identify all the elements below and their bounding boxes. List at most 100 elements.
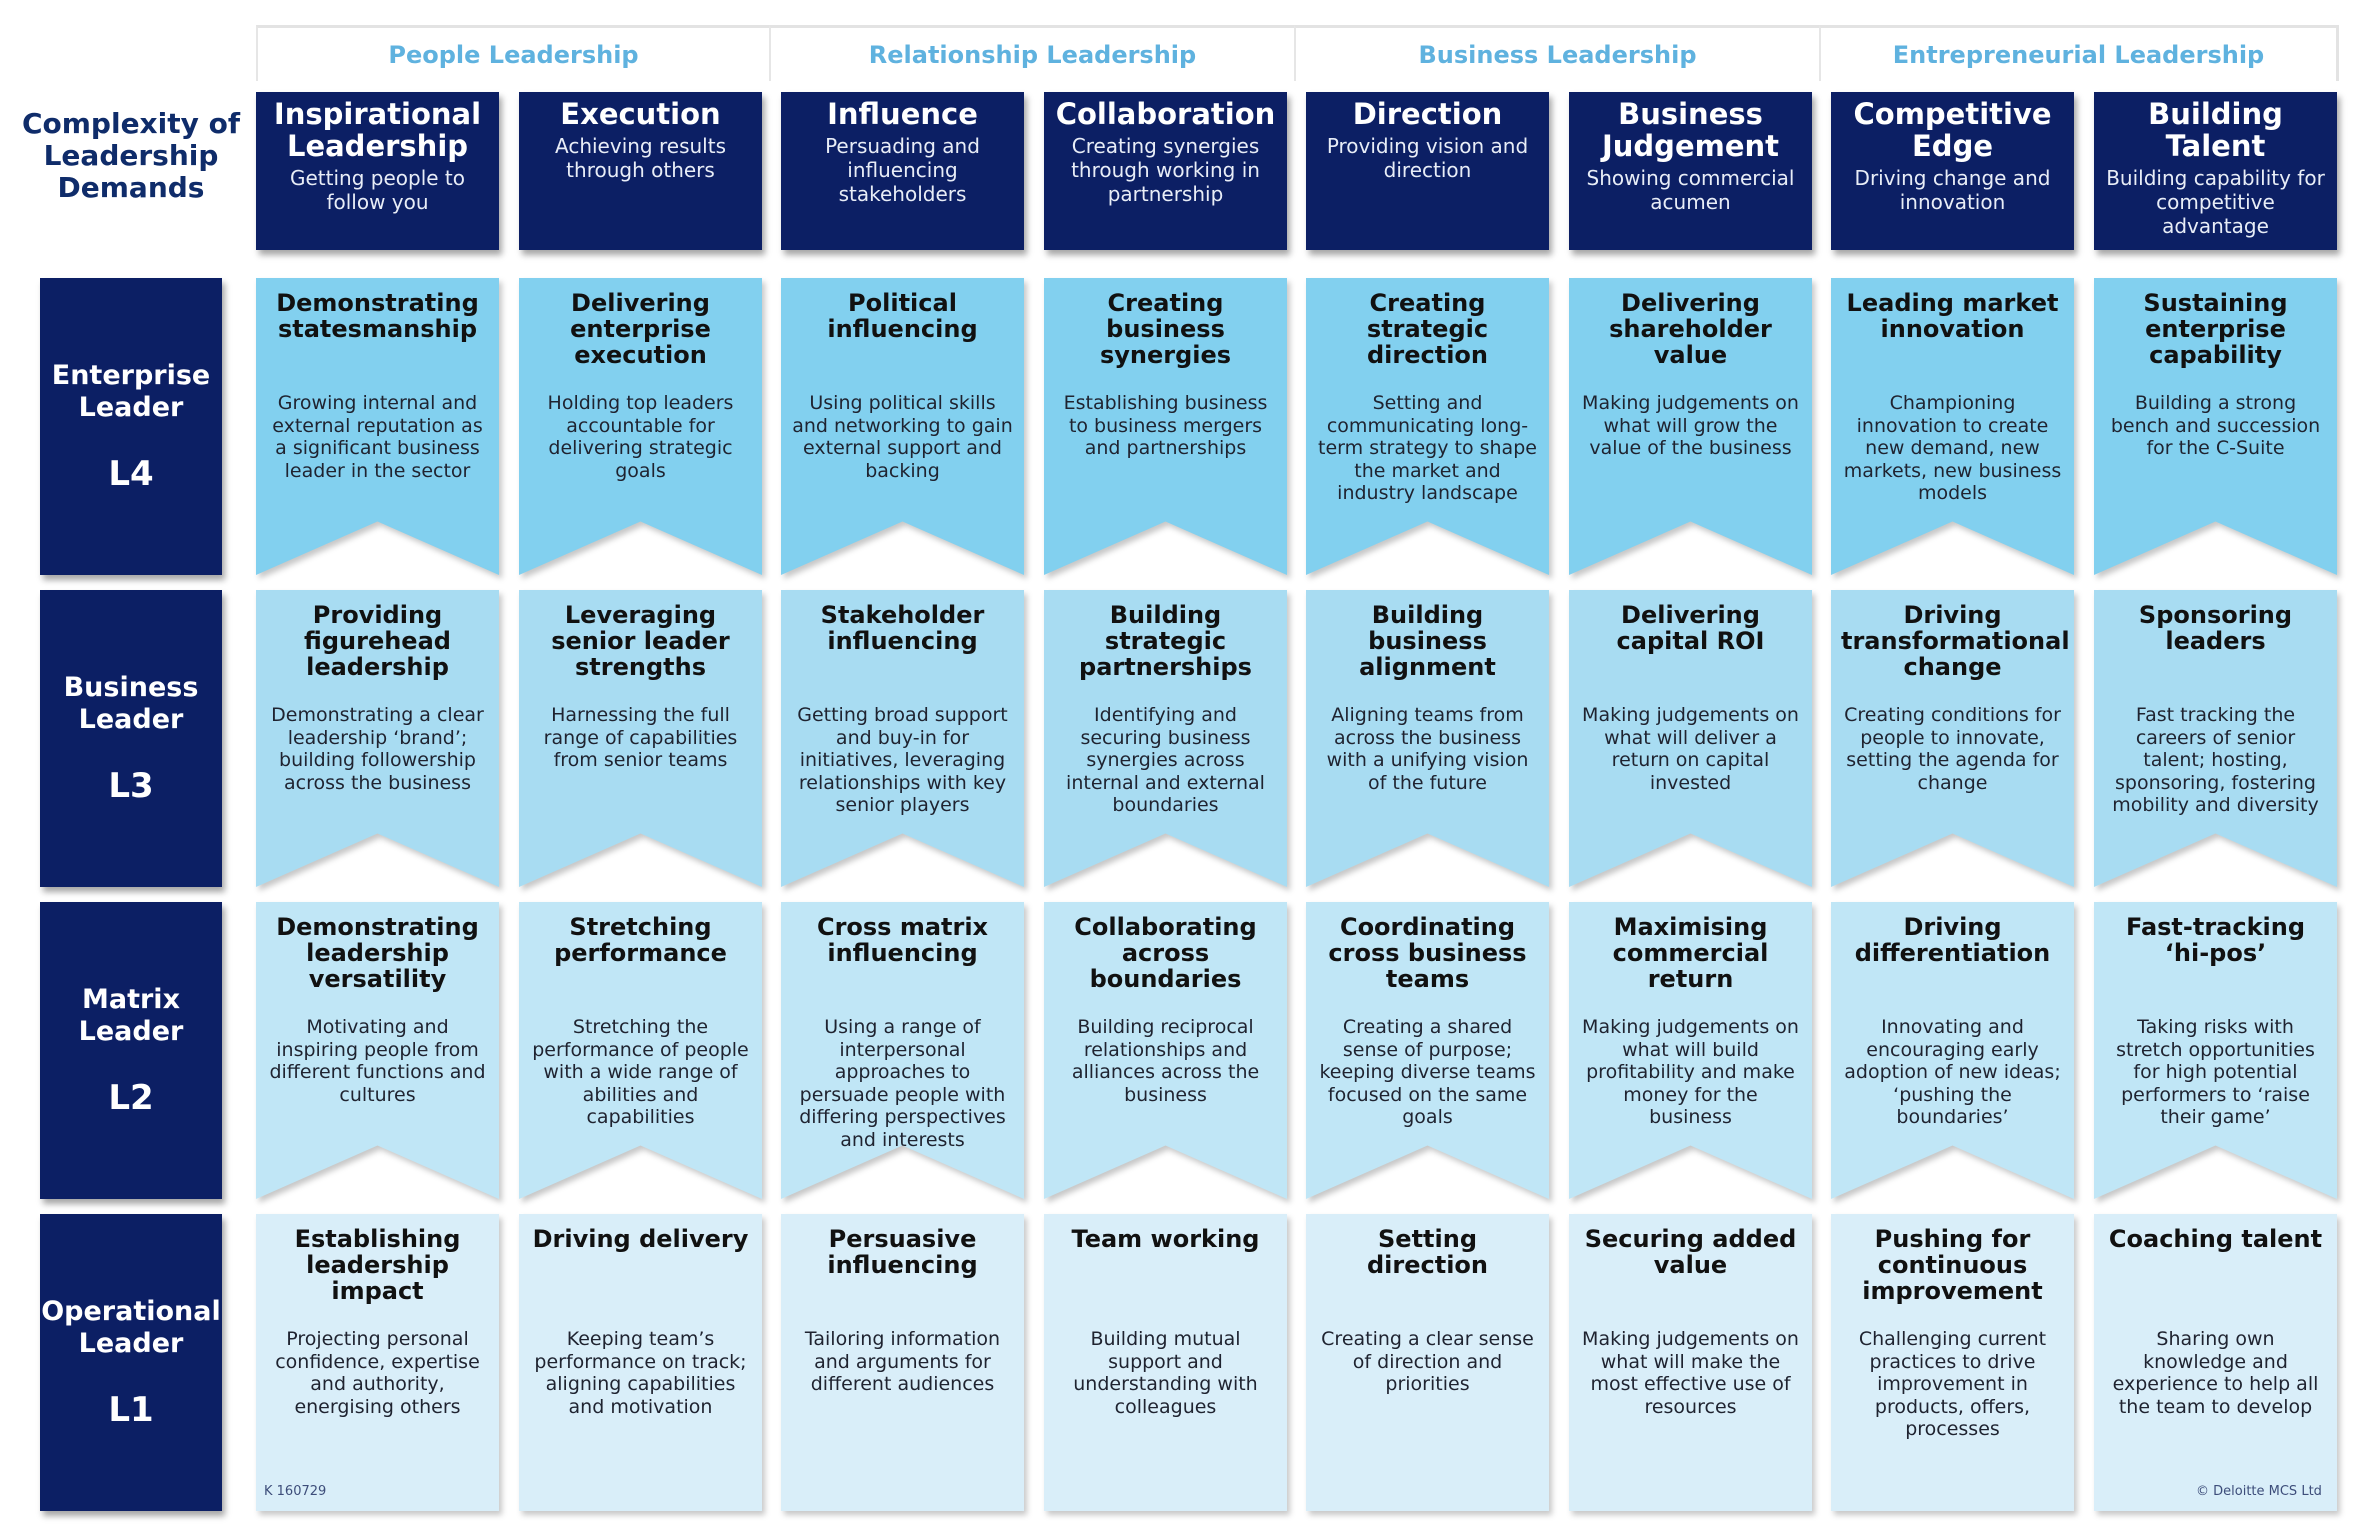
column-header: Execution Achieving results through other…	[519, 92, 762, 250]
column-subtitle: Persuading and influencing stakeholders	[825, 134, 980, 206]
card-content: Pushing for continuous improvement Challe…	[1831, 1214, 2074, 1441]
card-content: Sustaining enterprise capability Building…	[2094, 278, 2337, 460]
card-content: Creating business synergies Establishing …	[1044, 278, 1287, 460]
column-subtitle: Providing vision and direction	[1326, 134, 1529, 182]
competency-chevron: Collaborating across boundaries Building …	[1044, 902, 1287, 1199]
competency-chevron: Political influencing Using political ski…	[781, 278, 1024, 575]
card-content: Delivering capital ROI Making judgements …	[1569, 590, 1812, 794]
competency-card: Pushing for continuous improvement Challe…	[1831, 1214, 2074, 1511]
competency-chevron: Leading market innovation Championing inn…	[1831, 278, 2074, 575]
competency-description: Harnessing the full range of capabilitie…	[543, 704, 738, 771]
competency-description: Identifying and securing business synerg…	[1066, 704, 1265, 816]
competency-card: Setting direction Creating a clear sense …	[1306, 1214, 1549, 1511]
column-subtitle: Showing commercial acumen	[1586, 166, 1795, 214]
card-content: Building business alignment Aligning team…	[1306, 590, 1549, 794]
competency-card: Establishing leadership impact Projecting…	[256, 1214, 499, 1511]
column-header: Building Talent Building capability for c…	[2094, 92, 2337, 250]
column-header: Competitive Edge Driving change and innov…	[1831, 92, 2074, 250]
card-content: Providing figurehead leadership Demonstra…	[256, 590, 499, 794]
competency-description: Championing innovation to create new dem…	[1843, 392, 2062, 504]
competency-description: Establishing business to business merger…	[1063, 392, 1268, 459]
competency-title: Pushing for continuous improvement	[1862, 1225, 2043, 1305]
competency-description: Innovating and encouraging early adoptio…	[1844, 1016, 2061, 1128]
competency-title: Coordinating cross business teams	[1328, 913, 1527, 993]
competency-description: Aligning teams from across the business …	[1326, 704, 1529, 794]
competency-chevron: Leveraging senior leader strengths Harnes…	[519, 590, 762, 887]
column-header: Inspirational Leadership Getting people t…	[256, 92, 499, 250]
competency-description: Using political skills and networking to…	[792, 392, 1013, 482]
card-content: Leading market innovation Championing inn…	[1831, 278, 2074, 505]
competency-card: Persuasive influencing Tailoring informat…	[781, 1214, 1024, 1511]
competency-description: Stretching the performance of people wit…	[532, 1016, 749, 1128]
row-header: Enterprise Leader L4	[40, 278, 222, 575]
copyright-notice: © Deloitte MCS Ltd	[2196, 1484, 2322, 1499]
competency-card: Securing added value Making judgements on…	[1569, 1214, 1812, 1511]
competency-chevron: Sponsoring leaders Fast tracking the care…	[2094, 590, 2337, 887]
competency-chevron: Providing figurehead leadership Demonstra…	[256, 590, 499, 887]
competency-title: Leveraging senior leader strengths	[551, 601, 730, 681]
competency-chevron: Delivering capital ROI Making judgements …	[1569, 590, 1812, 887]
competency-description: Using a range of interpersonal approache…	[799, 1016, 1006, 1151]
competency-chevron: Maximising commercial return Making judge…	[1569, 902, 1812, 1199]
row-level-name: Operational Leader	[41, 1295, 221, 1359]
group-header: Entrepreneurial Leadership	[1819, 25, 2339, 81]
column-title: Influence	[827, 97, 978, 131]
competency-title: Providing figurehead leadership	[304, 601, 451, 681]
column-subtitle: Getting people to follow you	[290, 166, 465, 214]
competency-title: Setting direction	[1366, 1225, 1489, 1279]
card-content: Driving transformational change Creating …	[1831, 590, 2074, 794]
card-content: Fast-tracking ‘hi-pos’ Taking risks with …	[2094, 902, 2337, 1129]
group-header: People Leadership	[256, 25, 769, 81]
card-content: Creating strategic direction Setting and …	[1306, 278, 1549, 505]
row-level-name: Business Leader	[63, 671, 199, 735]
column-header: Direction Providing vision and direction	[1306, 92, 1549, 250]
diagram-title: Complexity of Leadership Demands	[21, 107, 241, 204]
competency-card: Driving delivery Keeping team’s performan…	[519, 1214, 762, 1511]
row-header: Business Leader L3	[40, 590, 222, 887]
card-content: Securing added value Making judgements on…	[1569, 1214, 1812, 1418]
competency-title: Political influencing	[827, 289, 978, 343]
competency-chevron: Driving differentiation Innovating and en…	[1831, 902, 2074, 1199]
competency-description: Sharing own knowledge and experience to …	[2112, 1328, 2319, 1418]
competency-chevron: Fast-tracking ‘hi-pos’ Taking risks with …	[2094, 902, 2337, 1199]
competency-chevron: Cross matrix influencing Using a range of…	[781, 902, 1024, 1199]
row-header: Matrix Leader L2	[40, 902, 222, 1199]
card-content: Demonstrating statesmanship Growing inter…	[256, 278, 499, 482]
card-content: Establishing leadership impact Projecting…	[256, 1214, 499, 1418]
competency-description: Setting and communicating long-term stra…	[1318, 392, 1537, 504]
competency-chevron: Creating business synergies Establishing …	[1044, 278, 1287, 575]
row-level-name: Enterprise Leader	[51, 359, 211, 423]
card-content: Coaching talent Sharing own knowledge and…	[2094, 1214, 2337, 1418]
competency-title: Creating business synergies	[1099, 289, 1232, 369]
competency-description: Creating conditions for people to innova…	[1844, 704, 2061, 794]
card-content: Driving delivery Keeping team’s performan…	[519, 1214, 762, 1418]
competency-card: Team working Building mutual support and …	[1044, 1214, 1287, 1511]
competency-description: Motivating and inspiring people from dif…	[269, 1016, 486, 1106]
column-title: Direction	[1352, 97, 1503, 131]
group-header: Business Leadership	[1294, 25, 1819, 81]
column-subtitle: Building capability for competitive adva…	[2106, 166, 2325, 238]
column-subtitle: Driving change and innovation	[1854, 166, 2051, 214]
competency-title: Leading market innovation	[1846, 289, 2059, 343]
competency-description: Fast tracking the careers of senior tale…	[2112, 704, 2319, 816]
card-content: Delivering shareholder value Making judge…	[1569, 278, 1812, 460]
competency-description: Growing internal and external reputation…	[272, 392, 483, 482]
card-content: Setting direction Creating a clear sense …	[1306, 1214, 1549, 1396]
row-level-name: Matrix Leader	[78, 983, 184, 1047]
competency-title: Maximising commercial return	[1612, 913, 1769, 993]
competency-description: Projecting personal confidence, expertis…	[275, 1328, 480, 1418]
competency-description: Taking risks with stretch opportunities …	[2116, 1016, 2315, 1128]
competency-title: Sustaining enterprise capability	[2143, 289, 2288, 369]
competency-chevron: Driving transformational change Creating …	[1831, 590, 2074, 887]
column-title: Business Judgement	[1601, 97, 1780, 163]
competency-title: Persuasive influencing	[827, 1225, 978, 1279]
card-content: Driving differentiation Innovating and en…	[1831, 902, 2074, 1129]
card-content: Demonstrating leadership versatility Moti…	[256, 902, 499, 1106]
competency-description: Building a strong bench and succession f…	[2110, 392, 2321, 459]
competency-chevron: Coordinating cross business teams Creatin…	[1306, 902, 1549, 1199]
competency-description: Building mutual support and understandin…	[1073, 1328, 1258, 1418]
row-level-code: L3	[108, 765, 154, 806]
card-content: Persuasive influencing Tailoring informat…	[781, 1214, 1024, 1396]
card-content: Stretching performance Stretching the per…	[519, 902, 762, 1129]
competency-title: Establishing leadership impact	[294, 1225, 461, 1305]
